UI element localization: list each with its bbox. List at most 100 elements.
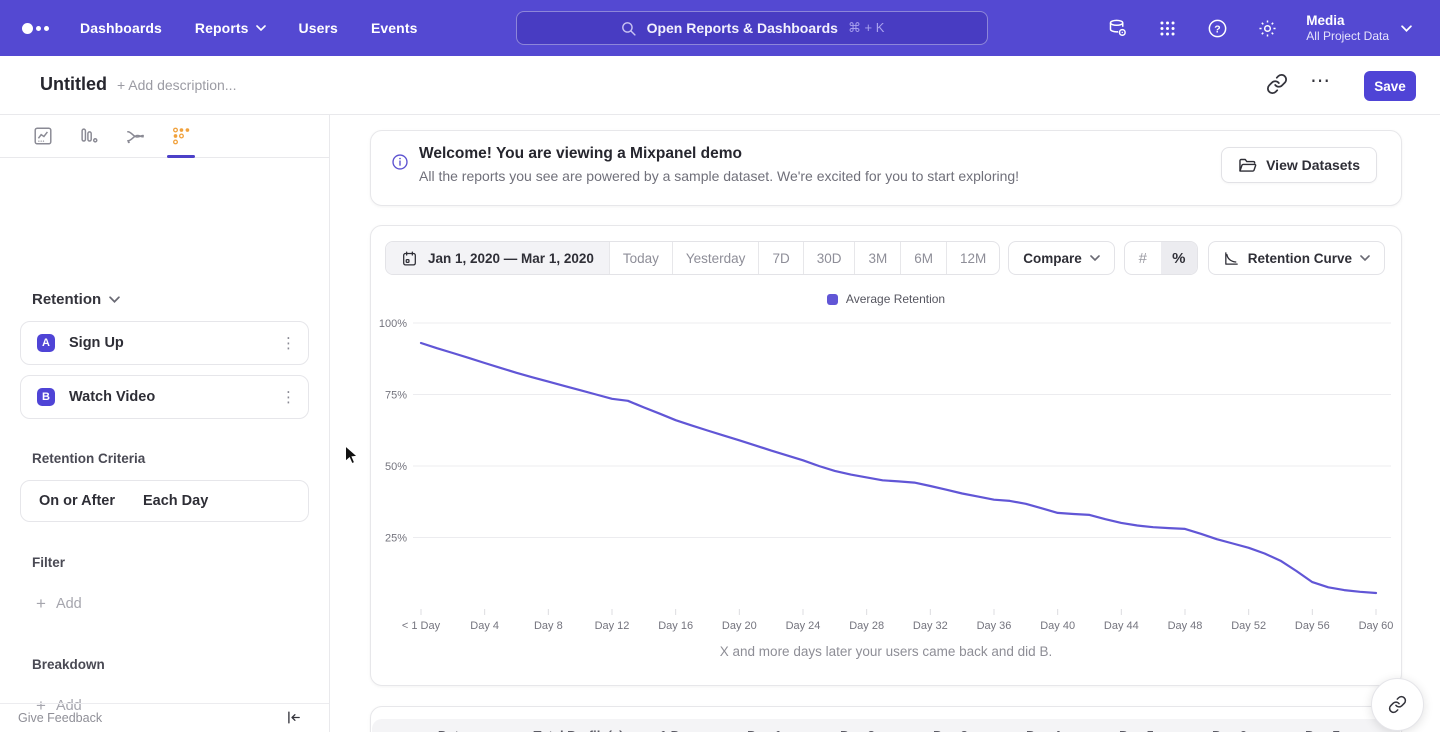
svg-text:Day 56: Day 56: [1295, 620, 1330, 632]
tab-flows-icon[interactable]: [120, 121, 150, 151]
quick-range-button[interactable]: 12M: [946, 242, 999, 274]
settings-gear-icon[interactable]: [1256, 17, 1278, 39]
give-feedback-link[interactable]: Give Feedback: [18, 711, 102, 725]
tab-insights-icon[interactable]: [28, 121, 58, 151]
retention-section-toggle[interactable]: Retention: [32, 291, 120, 308]
mixpanel-app: Dashboards Reports Users Events Open Rep…: [0, 0, 1440, 732]
view-datasets-button[interactable]: View Datasets: [1221, 147, 1377, 183]
criteria-occurrence[interactable]: On or After: [39, 493, 115, 509]
table-header-cell[interactable]: Day 1: [718, 728, 811, 732]
quick-range-button[interactable]: 3M: [854, 242, 900, 274]
tab-funnels-icon[interactable]: [74, 121, 104, 151]
kebab-menu-icon[interactable]: ⋮: [281, 336, 296, 351]
step-card-b[interactable]: B Watch Video ⋮: [20, 375, 309, 419]
compare-label: Compare: [1023, 251, 1082, 266]
compare-button[interactable]: Compare: [1008, 241, 1115, 275]
data-management-icon[interactable]: [1106, 17, 1128, 39]
quick-range-button[interactable]: Today: [609, 242, 672, 274]
svg-text:Day 32: Day 32: [913, 620, 948, 632]
svg-text:< 1 Day: < 1 Day: [402, 620, 441, 632]
table-header-cell[interactable]: < 1 Day: [625, 728, 718, 732]
chevron-down-icon: [256, 25, 266, 31]
retention-criteria-control[interactable]: On or After Each Day: [20, 480, 309, 522]
global-search[interactable]: Open Reports & Dashboards ⌘ + K: [516, 11, 988, 45]
chevron-down-icon: [1401, 25, 1412, 32]
project-switcher[interactable]: Media All Project Data: [1306, 12, 1412, 44]
chart-type-label: Retention Curve: [1248, 251, 1352, 266]
retention-table-card: DataTotal Profile(s)< 1 DayDay 1Day 2Day…: [370, 706, 1402, 732]
count-toggle-button[interactable]: #: [1125, 242, 1161, 274]
report-description-placeholder[interactable]: + Add description...: [117, 77, 236, 93]
svg-text:Day 52: Day 52: [1231, 620, 1266, 632]
chevron-down-icon: [1090, 255, 1100, 261]
table-header-cell[interactable]: Day 3: [904, 728, 997, 732]
chart-legend: Average Retention: [371, 292, 1401, 306]
project-scope: All Project Data: [1306, 29, 1389, 44]
table-header-cell[interactable]: Day 6: [1183, 728, 1276, 732]
svg-text:75%: 75%: [385, 390, 407, 402]
table-header-cell[interactable]: Day 4: [997, 728, 1090, 732]
filter-add-button[interactable]: + Add: [36, 595, 82, 612]
apps-grid-icon[interactable]: [1156, 17, 1178, 39]
retention-criteria-heading: Retention Criteria: [32, 451, 145, 466]
chevron-down-icon: [109, 296, 120, 303]
nav-users[interactable]: Users: [299, 20, 338, 36]
svg-text:Day 44: Day 44: [1104, 620, 1139, 632]
criteria-interval[interactable]: Each Day: [143, 493, 208, 509]
nav-reports[interactable]: Reports: [195, 20, 266, 36]
svg-text:Day 24: Day 24: [786, 620, 821, 632]
step-card-a[interactable]: A Sign Up ⋮: [20, 321, 309, 365]
chevron-down-icon: [1360, 255, 1370, 261]
view-datasets-label: View Datasets: [1266, 157, 1360, 173]
date-controls: Jan 1, 2020 — Mar 1, 2020 TodayYesterday…: [385, 241, 1115, 275]
nav-events[interactable]: Events: [371, 20, 418, 36]
retention-chart[interactable]: 100%75%50%25%< 1 DayDay 4Day 8Day 12Day …: [371, 311, 1403, 641]
step-badge-a: A: [37, 334, 55, 352]
search-placeholder: Open Reports & Dashboards: [647, 20, 838, 36]
save-button[interactable]: Save: [1364, 71, 1416, 101]
help-icon[interactable]: ?: [1206, 17, 1228, 39]
quick-range-button[interactable]: 6M: [900, 242, 946, 274]
legend-swatch: [827, 294, 838, 305]
table-header-cell[interactable]: Day 2: [811, 728, 904, 732]
svg-text:Day 28: Day 28: [849, 620, 884, 632]
quick-range-button[interactable]: 7D: [758, 242, 802, 274]
date-range-button[interactable]: Jan 1, 2020 — Mar 1, 2020: [386, 242, 609, 274]
breakdown-heading: Breakdown: [32, 657, 105, 672]
collapse-sidebar-icon[interactable]: [285, 709, 303, 727]
report-header: Untitled + Add description... ⋯ Save: [0, 56, 1440, 115]
filter-heading: Filter: [32, 555, 65, 570]
quick-range-button[interactable]: Yesterday: [672, 242, 759, 274]
step-label-a: Sign Up: [69, 335, 124, 351]
table-header-cell[interactable]: Day 5: [1090, 728, 1183, 732]
primary-nav: Dashboards Reports Users Events: [80, 0, 417, 56]
floating-link-button[interactable]: [1371, 678, 1424, 731]
chart-type-button[interactable]: Retention Curve: [1208, 241, 1385, 275]
mixpanel-logo[interactable]: [22, 0, 49, 56]
quick-range-group: TodayYesterday7D30D3M6M12M: [609, 242, 999, 274]
step-badge-b: B: [37, 388, 55, 406]
search-shortcut: ⌘ + K: [848, 20, 885, 36]
report-type-tabs: [0, 115, 329, 158]
welcome-banner: Welcome! You are viewing a Mixpanel demo…: [370, 130, 1402, 206]
filter-add-label: Add: [56, 596, 82, 612]
more-options-icon[interactable]: ⋯: [1310, 68, 1331, 93]
banner-subtitle: All the reports you see are powered by a…: [419, 168, 1019, 184]
logo-dot: [44, 26, 49, 31]
tab-retention-icon[interactable]: [166, 121, 196, 151]
table-header-cell[interactable]: Day 7: [1276, 728, 1369, 732]
table-header-cell[interactable]: Data: [372, 728, 532, 732]
project-text: Media All Project Data: [1306, 12, 1389, 44]
quick-range-button[interactable]: 30D: [803, 242, 855, 274]
svg-text:25%: 25%: [385, 533, 407, 545]
step-label-b: Watch Video: [69, 389, 155, 405]
copy-link-icon[interactable]: [1266, 73, 1290, 97]
link-icon: [1388, 695, 1407, 714]
nav-dashboards[interactable]: Dashboards: [80, 20, 162, 36]
report-title[interactable]: Untitled: [40, 74, 107, 95]
percent-toggle-button[interactable]: %: [1161, 242, 1197, 274]
table-header-cell[interactable]: Total Profile(s): [532, 728, 625, 732]
date-range-label: Jan 1, 2020 — Mar 1, 2020: [428, 251, 594, 266]
kebab-menu-icon[interactable]: ⋮: [281, 390, 296, 405]
retention-curve-icon: [1223, 250, 1240, 267]
